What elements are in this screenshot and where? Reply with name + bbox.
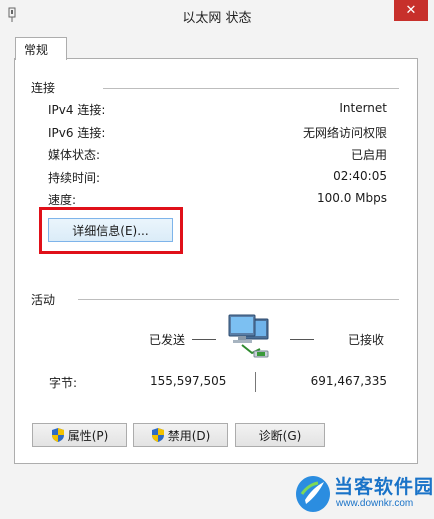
bytes-sent-value: 155,597,505 [150,374,227,388]
tab-general[interactable]: 常规 [15,37,67,60]
network-computers-icon [228,314,269,358]
sent-dash [192,339,216,340]
status-window: 以太网 状态 ✕ 常规 连接 IPv4 连接: Internet IPv6 连接… [0,0,434,519]
bytes-received-value: 691,467,335 [310,374,387,388]
uac-shield-icon [151,428,164,442]
media-state-value: 已启用 [350,148,387,162]
close-button[interactable]: ✕ [394,0,428,21]
properties-button[interactable]: 属性(P) [32,423,127,447]
tab-panel [14,58,418,464]
received-dash [290,339,314,340]
ipv4-value: Internet [339,101,387,115]
disable-label: 禁用(D) [167,428,211,443]
activity-group-title: 活动 [31,293,56,307]
window-title: 以太网 状态 [182,11,252,26]
details-button[interactable]: 详细信息(E)... [48,218,173,242]
ipv6-label: IPv6 连接: [48,126,106,140]
bytes-label: 字节: [49,376,78,390]
activity-divider [78,299,399,300]
watermark-url: www.downkr.com [336,498,414,509]
duration-value: 02:40:05 [333,169,387,183]
diagnose-button[interactable]: 诊断(G) [235,423,325,447]
received-label: 已接收 [348,333,385,347]
watermark: 当客软件园 www.downkr.com [288,468,434,519]
tab-general-label: 常规 [24,43,49,57]
title-bar: 以太网 状态 ✕ [0,0,434,30]
ipv4-label: IPv4 连接: [48,103,106,117]
sent-label: 已发送 [149,333,186,347]
speed-value: 100.0 Mbps [316,191,387,205]
connection-group-title: 连接 [31,81,56,95]
activity-separator [255,372,256,392]
ipv6-value: 无网络访问权限 [302,126,387,140]
uac-shield-icon [51,428,64,442]
speed-label: 速度: [48,193,77,207]
duration-label: 持续时间: [48,171,101,185]
watermark-title: 当客软件园 [334,476,434,498]
connection-divider [103,88,399,89]
disable-button[interactable]: 禁用(D) [133,423,228,447]
properties-label: 属性(P) [67,428,109,443]
media-state-label: 媒体状态: [48,148,101,162]
watermark-logo-icon [296,476,330,512]
close-icon: ✕ [405,3,417,18]
